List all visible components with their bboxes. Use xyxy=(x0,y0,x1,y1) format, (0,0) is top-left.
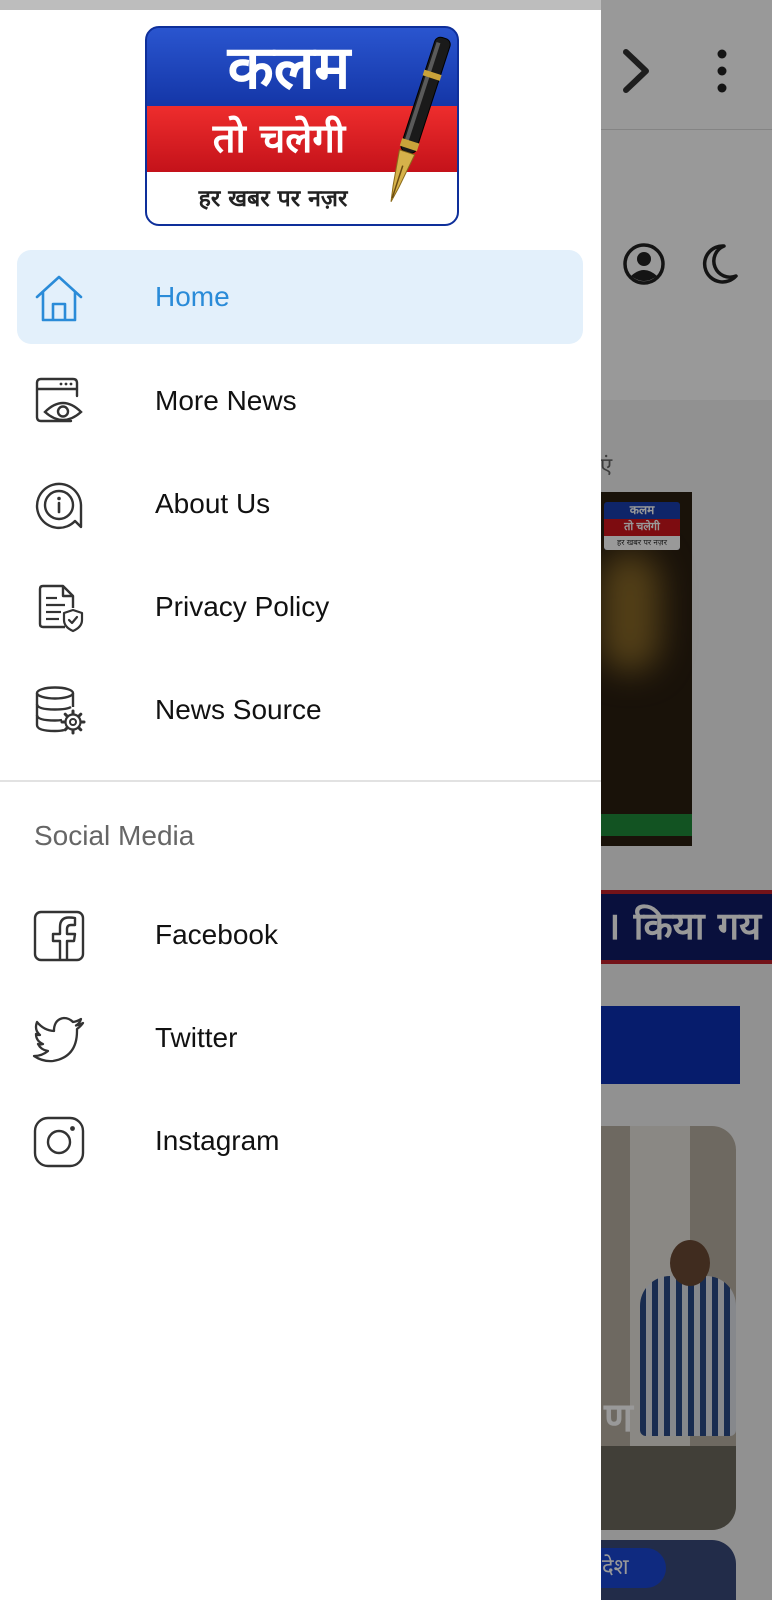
drawer-item-label: About Us xyxy=(155,488,271,519)
drawer-divider xyxy=(0,780,601,782)
drawer-item-more-news[interactable]: More News xyxy=(17,354,583,448)
browser-eye-icon xyxy=(31,374,87,430)
navigation-drawer: कलम तो चलेगी हर खबर पर नज़र Home More Ne… xyxy=(0,0,601,1600)
instagram-icon xyxy=(31,1114,87,1170)
drawer-item-news-source[interactable]: News Source xyxy=(17,663,583,757)
drawer-item-label: Twitter xyxy=(155,1022,238,1053)
logo-tagline: हर खबर पर नज़र xyxy=(198,186,348,212)
drawer-item-home[interactable]: Home xyxy=(17,250,583,344)
app-logo: कलम तो चलेगी हर खबर पर नज़र xyxy=(145,26,459,228)
drawer-item-label: News Source xyxy=(155,694,322,725)
status-bar xyxy=(0,0,601,10)
drawer-item-label: Instagram xyxy=(155,1125,280,1156)
drawer-item-instagram[interactable]: Instagram xyxy=(17,1094,583,1188)
logo-title: कलम xyxy=(227,33,351,103)
logo-subtitle: तो चलेगी xyxy=(212,116,346,162)
drawer-item-label: Privacy Policy xyxy=(155,591,330,622)
drawer-item-twitter[interactable]: Twitter xyxy=(17,991,583,1085)
database-gear-icon xyxy=(31,683,87,739)
pen-icon xyxy=(390,36,451,202)
drawer-item-facebook[interactable]: Facebook xyxy=(17,888,583,982)
drawer-item-privacy-policy[interactable]: Privacy Policy xyxy=(17,560,583,654)
twitter-icon xyxy=(31,1011,87,1067)
facebook-icon xyxy=(31,908,87,964)
drawer-item-about-us[interactable]: About Us xyxy=(17,457,583,551)
document-shield-icon xyxy=(31,580,87,636)
info-chat-icon xyxy=(31,477,87,533)
drawer-item-label: Home xyxy=(155,281,230,312)
drawer-item-label: Facebook xyxy=(155,919,278,950)
social-media-heading: Social Media xyxy=(34,820,195,851)
home-icon xyxy=(31,270,87,326)
drawer-item-label: More News xyxy=(155,385,297,416)
